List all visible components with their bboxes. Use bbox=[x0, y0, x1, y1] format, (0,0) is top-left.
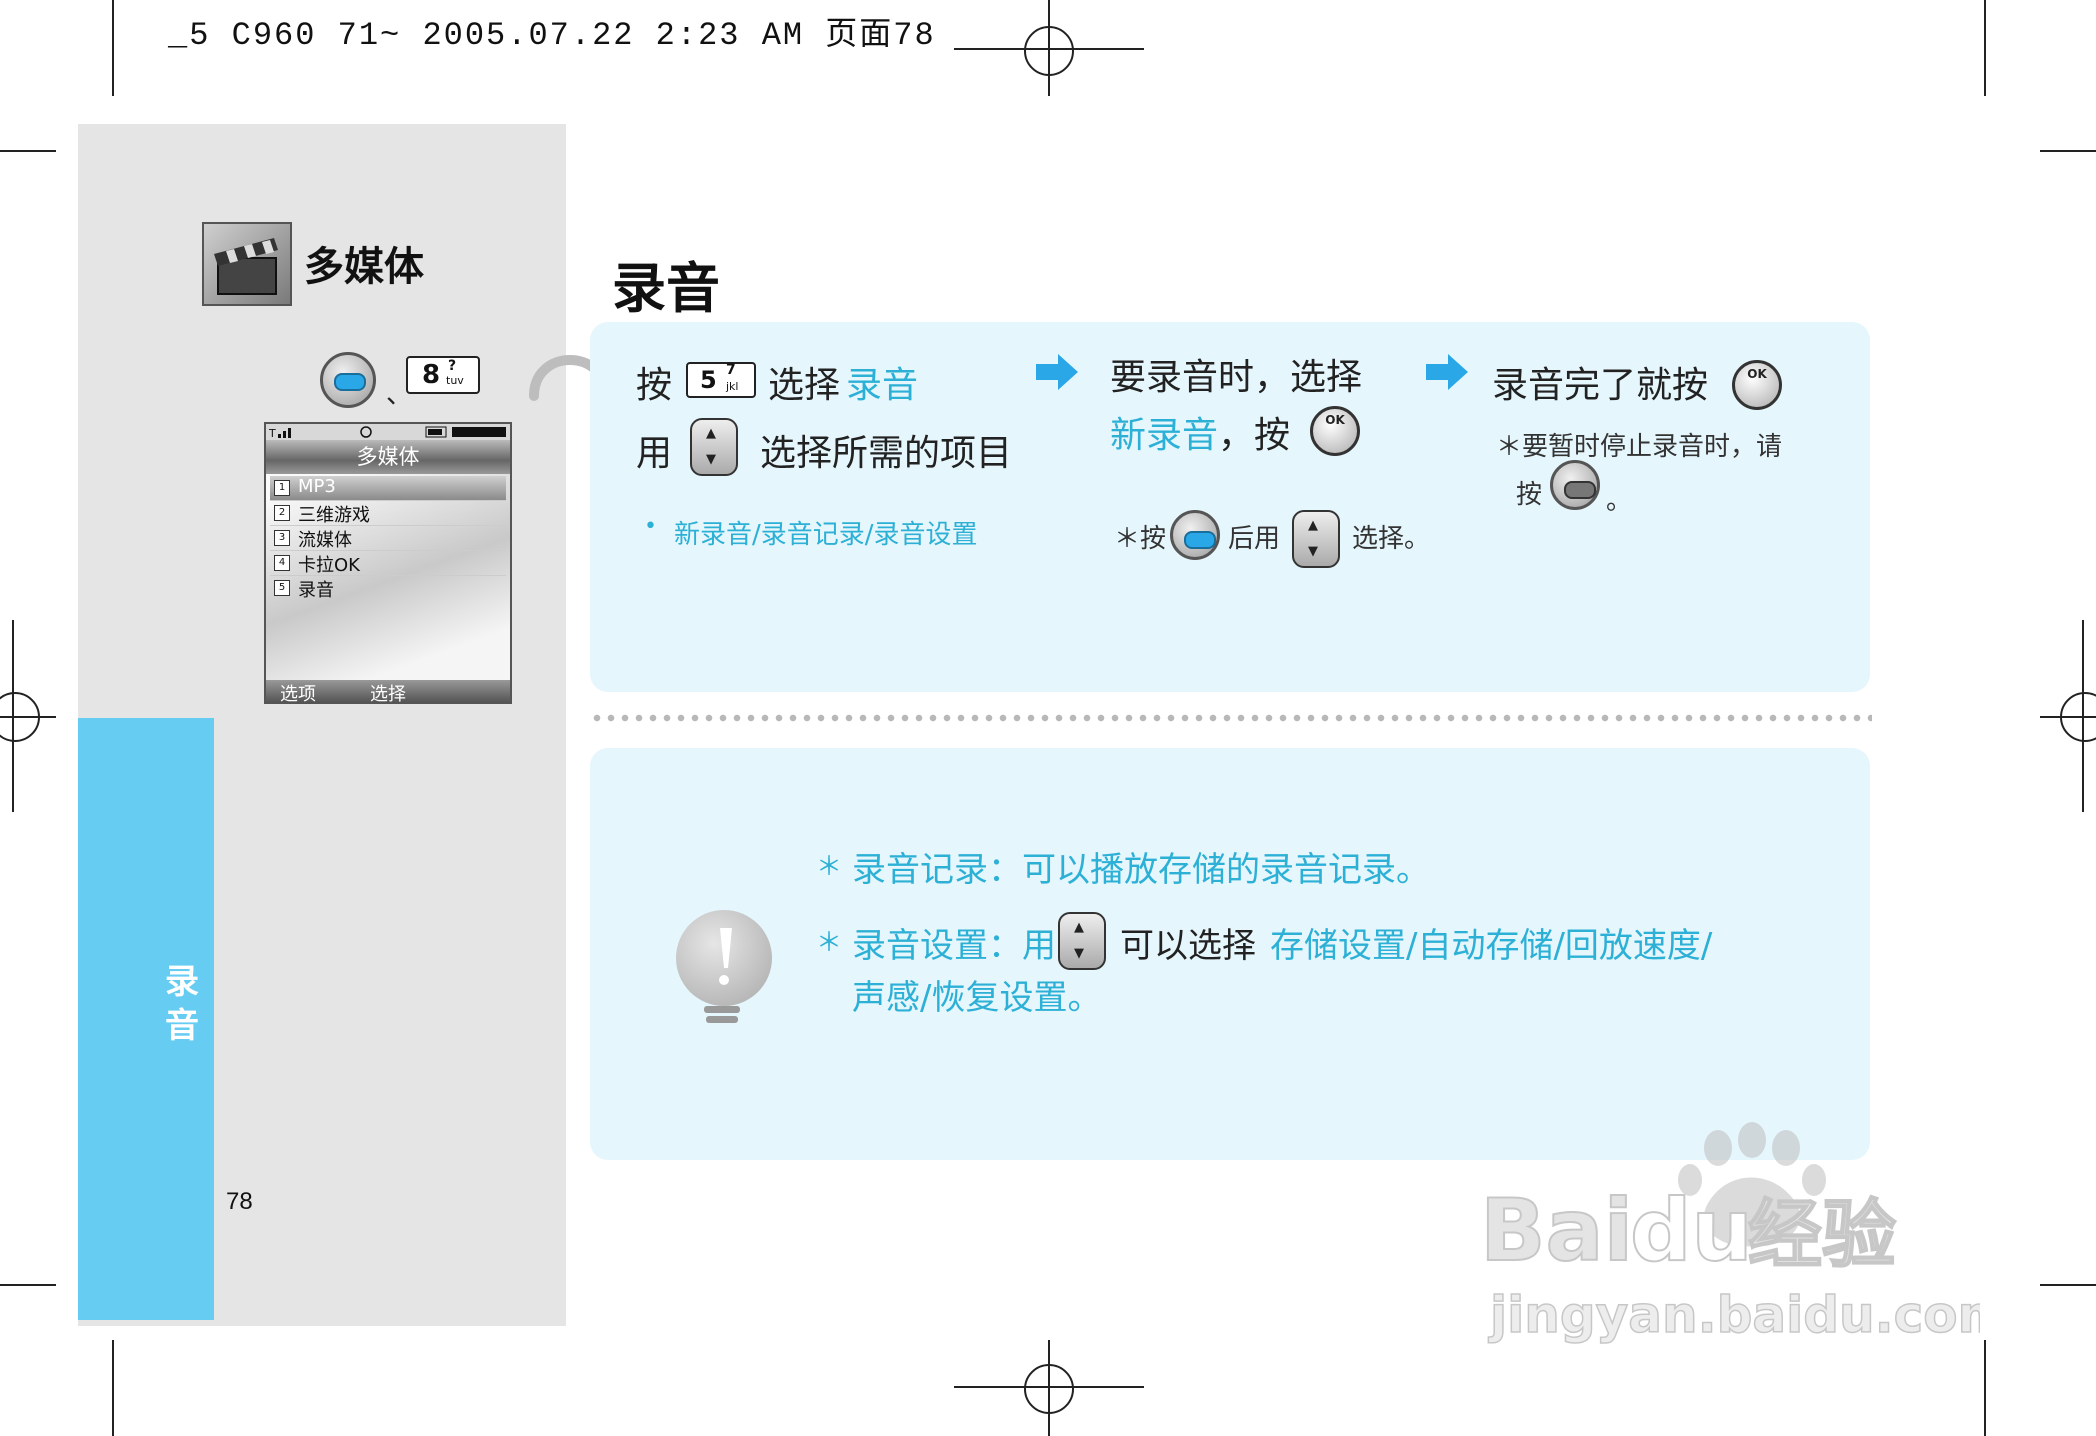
print-header: _5 C960 71~ 2005.07.22 2:23 AM 页面78 bbox=[168, 17, 936, 54]
key-5-icon: 5 7 jkl bbox=[686, 362, 756, 398]
note2-star: ＊ bbox=[816, 928, 843, 958]
step2-line2: ，按 bbox=[1218, 415, 1291, 456]
item-number: 3 bbox=[274, 530, 290, 546]
registration-circle bbox=[1024, 26, 1074, 76]
step2-note-then: 后用 bbox=[1228, 524, 1281, 554]
step3-note1: ＊要暂时停止录音时，请 bbox=[1496, 432, 1783, 462]
nav-key-icon bbox=[1058, 912, 1106, 970]
baidu-watermark: Bai du 经验 jingyan.baidu.com bbox=[1479, 1110, 2010, 1350]
ok-key-icon: OK bbox=[1732, 360, 1782, 410]
watermark-brand: Bai bbox=[1480, 1181, 1633, 1281]
item-label: 三维游戏 bbox=[298, 505, 370, 526]
step1-select-target: 录音 bbox=[846, 365, 919, 406]
key-5-digit: 5 bbox=[700, 366, 717, 394]
menu-title: 多媒体 bbox=[304, 244, 424, 290]
step2-line1: 要录音时，选择 bbox=[1110, 357, 1363, 398]
registration-circle bbox=[1024, 1364, 1074, 1414]
item-label: 录音 bbox=[298, 580, 334, 601]
step3-note3: 。 bbox=[1606, 486, 1633, 516]
section-title: 录音 bbox=[612, 257, 720, 320]
step1-select: 选择 bbox=[768, 365, 841, 406]
clapperboard-icon bbox=[202, 222, 292, 306]
registration-circle bbox=[0, 692, 40, 742]
note2-options: 存储设置/自动存储/回放速度/ bbox=[1270, 926, 1713, 966]
crop-mark bbox=[2040, 150, 2096, 152]
step2-note-press: ＊按 bbox=[1114, 524, 1167, 554]
item-label: 流媒体 bbox=[298, 530, 352, 551]
crop-mark bbox=[1984, 1340, 1986, 1436]
step2-note-select: 选择。 bbox=[1352, 524, 1431, 554]
crop-mark bbox=[112, 0, 114, 96]
phone-menu-item[interactable]: 5 录音 bbox=[270, 576, 506, 601]
item-number: 4 bbox=[274, 555, 290, 571]
note2-line2: 声感/恢复设置。 bbox=[852, 978, 1102, 1018]
key-8-letters: tuv bbox=[446, 374, 464, 387]
key-8-digit: 8 bbox=[422, 360, 441, 390]
item-label: 卡拉OK bbox=[298, 555, 360, 576]
nav-key-icon bbox=[1292, 510, 1340, 568]
menu-key-icon bbox=[320, 352, 376, 408]
note1-star: ＊ bbox=[816, 852, 843, 882]
key-5-symbol: 7 bbox=[726, 362, 736, 378]
phone-menu-item[interactable]: 2 三维游戏 bbox=[270, 501, 506, 526]
chapter-tab-label: 录音 bbox=[165, 962, 199, 1046]
step1-choose: 选择所需的项目 bbox=[760, 433, 1013, 474]
note1-text: 录音记录：可以播放存储的录音记录。 bbox=[852, 850, 1430, 890]
phone-menu-item[interactable]: 4 卡拉OK bbox=[270, 551, 506, 576]
item-number: 1 bbox=[274, 480, 290, 496]
page-number: 78 bbox=[226, 1188, 253, 1215]
phone-screen: T 多媒体 1 MP3 2 三维游戏 3 流媒体 4 卡拉OK 5 录音 选项 选择 bbox=[264, 422, 512, 705]
key-5-letters: jkl bbox=[726, 380, 739, 393]
crop-mark bbox=[0, 150, 56, 152]
item-label: MP3 bbox=[298, 476, 336, 497]
key-8-symbol: ? bbox=[448, 358, 457, 374]
watermark-url: jingyan.baidu.com bbox=[1488, 1286, 1980, 1344]
key-8-icon: 8 ? tuv bbox=[406, 356, 480, 394]
dotted-divider bbox=[590, 714, 1872, 722]
watermark-brand-du: du bbox=[1630, 1181, 1753, 1281]
ok-key-label: OK bbox=[1325, 413, 1345, 427]
step1-use: 用 bbox=[636, 433, 673, 474]
svg-text:T: T bbox=[268, 427, 276, 440]
step1-press: 按 bbox=[636, 365, 673, 406]
status-bar: T bbox=[266, 424, 510, 440]
phone-menu-item[interactable]: 3 流媒体 bbox=[270, 526, 506, 551]
item-number: 2 bbox=[274, 505, 290, 521]
menu-key-icon bbox=[1170, 510, 1220, 560]
crop-mark bbox=[112, 1340, 114, 1436]
crop-mark bbox=[1984, 0, 1986, 96]
step3-note2: 按 bbox=[1516, 480, 1543, 510]
step2-target: 新录音 bbox=[1110, 415, 1219, 456]
item-number: 5 bbox=[274, 580, 290, 596]
crop-mark bbox=[2040, 1284, 2096, 1286]
phone-menu-item[interactable]: 1 MP3 bbox=[270, 476, 506, 501]
note2-mid: 可以选择 bbox=[1120, 926, 1256, 966]
clear-key-icon bbox=[1550, 460, 1600, 510]
arrow-right-icon bbox=[1036, 354, 1078, 390]
watermark-jingyan: 经验 bbox=[1748, 1192, 1896, 1278]
step1-bullet: 新录音/录音记录/录音设置 bbox=[674, 520, 978, 550]
note2-head: 录音设置：用 bbox=[852, 926, 1056, 966]
step3-line1: 录音完了就按 bbox=[1492, 365, 1709, 406]
ok-key-icon: OK bbox=[1310, 406, 1360, 456]
crop-mark bbox=[0, 1284, 56, 1286]
ok-key-label: OK bbox=[1747, 367, 1767, 381]
softkey-right[interactable]: 选择 bbox=[370, 680, 406, 706]
softkey-bar: 选项 选择 bbox=[266, 680, 510, 705]
softkey-left[interactable]: 选项 bbox=[280, 680, 316, 706]
registration-circle bbox=[2060, 692, 2096, 742]
step1-bullet-dot: • bbox=[644, 514, 657, 539]
lightbulb-icon bbox=[676, 910, 772, 1023]
nav-key-icon bbox=[690, 418, 738, 476]
arrow-right-icon bbox=[1426, 354, 1468, 390]
phone-menu-title: 多媒体 bbox=[266, 440, 510, 474]
